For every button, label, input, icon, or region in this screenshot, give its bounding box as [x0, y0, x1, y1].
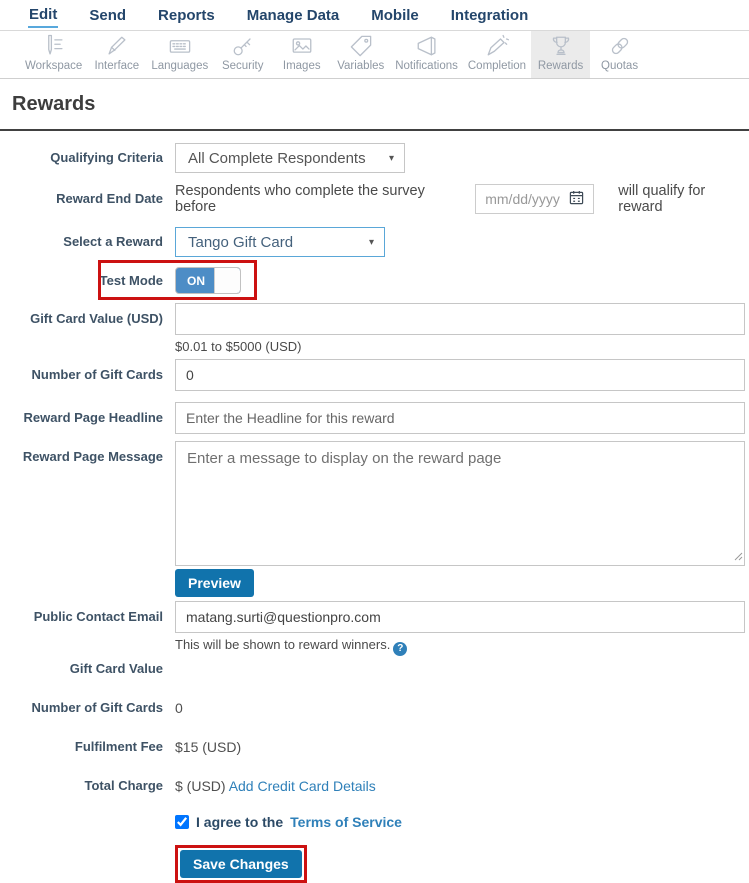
terms-of-service-link[interactable]: Terms of Service	[290, 814, 402, 830]
fulfilment-fee-value: $15 (USD)	[175, 739, 242, 755]
rewards-form: Qualifying Criteria All Complete Respond…	[0, 143, 745, 883]
toolbar-item-interface[interactable]: Interface	[87, 31, 146, 78]
select-reward-label: Select a Reward	[63, 234, 163, 249]
qualifying-criteria-label: Qualifying Criteria	[50, 150, 163, 165]
row-total-charge: Total Charge $ (USD) Add Credit Card Det…	[0, 778, 745, 794]
row-fulfilment-fee: Fulfilment Fee $15 (USD)	[0, 739, 745, 755]
images-icon	[288, 32, 316, 60]
toolbar-item-security[interactable]: Security	[213, 31, 272, 78]
toolbar-item-rewards[interactable]: Rewards	[531, 31, 591, 78]
rewards-panel: Rewards Qualifying Criteria All Complete…	[0, 79, 749, 883]
quotas-icon	[606, 32, 634, 60]
number-of-gift-cards-label: Number of Gift Cards	[31, 367, 163, 382]
row-public-contact-email: Public Contact Email This will be shown …	[0, 601, 745, 656]
public-contact-email-helper: This will be shown to reward winners.?	[175, 637, 745, 656]
gift-card-value-helper: $0.01 to $5000 (USD)	[175, 339, 302, 354]
nav-edit[interactable]: Edit	[28, 2, 59, 28]
summary-gift-card-value-label: Gift Card Value	[69, 661, 163, 676]
fulfilment-fee-label: Fulfilment Fee	[74, 739, 163, 754]
row-gift-card-value: Gift Card Value (USD) $0.01 to $5000 (US…	[0, 303, 745, 355]
summary-number-of-gift-cards: 0	[175, 700, 183, 716]
row-preview: Preview	[0, 569, 745, 597]
agreement-text: I agree to the	[196, 814, 284, 830]
total-charge-label: Total Charge	[84, 778, 164, 793]
row-reward-page-headline: Reward Page Headline	[0, 402, 745, 434]
completion-icon	[483, 32, 511, 60]
row-number-of-gift-cards: Number of Gift Cards	[0, 359, 745, 391]
nav-manage-data[interactable]: Manage Data	[246, 3, 341, 27]
toolbar-item-images[interactable]: Images	[272, 31, 331, 78]
nav-reports[interactable]: Reports	[157, 3, 216, 27]
add-credit-card-link[interactable]: Add Credit Card Details	[229, 778, 376, 794]
gift-card-value-input[interactable]	[175, 303, 745, 335]
row-agreement: I agree to the Terms of Service	[0, 814, 745, 830]
workspace-icon	[40, 32, 68, 60]
test-mode-toggle[interactable]: ON	[175, 267, 241, 294]
select-reward-value: Tango Gift Card	[188, 233, 294, 251]
reward-page-message-textarea[interactable]	[175, 441, 745, 566]
nav-send[interactable]: Send	[88, 3, 127, 27]
test-mode-label: Test Mode	[99, 272, 163, 288]
toolbar-item-variables[interactable]: Variables	[331, 31, 390, 78]
select-reward-select[interactable]: Tango Gift Card ▾	[175, 227, 385, 257]
top-navigation: Edit Send Reports Manage Data Mobile Int…	[0, 0, 749, 30]
title-divider	[0, 129, 749, 131]
summary-number-of-gift-cards-label: Number of Gift Cards	[31, 700, 163, 715]
row-reward-page-message: Reward Page Message	[0, 441, 745, 566]
caret-down-icon: ▾	[388, 152, 394, 164]
row-select-reward: Select a Reward Tango Gift Card ▾	[0, 227, 745, 257]
qualifying-criteria-value: All Complete Respondents	[188, 149, 366, 167]
toolbar-item-notifications[interactable]: Notifications	[390, 31, 463, 78]
qualifying-criteria-select[interactable]: All Complete Respondents ▾	[175, 143, 405, 173]
settings-toolbar: Workspace Interface Languages Security I…	[0, 30, 749, 79]
reward-page-message-label: Reward Page Message	[22, 449, 163, 464]
calendar-icon	[569, 190, 584, 209]
toggle-knob	[214, 268, 240, 293]
reward-page-headline-label: Reward Page Headline	[23, 410, 163, 425]
reward-end-date-input[interactable]	[485, 191, 564, 207]
reward-end-date-after-text: will qualify for reward	[618, 183, 706, 215]
row-save: Save Changes	[0, 845, 745, 883]
row-reward-end-date: Reward End Date Respondents who complete…	[0, 183, 745, 215]
reward-page-headline-input[interactable]	[175, 402, 745, 434]
total-charge-value: $ (USD)	[175, 778, 226, 794]
security-icon	[229, 32, 257, 60]
help-icon[interactable]: ?	[393, 641, 408, 656]
number-of-gift-cards-input[interactable]	[175, 359, 745, 391]
resize-handle-icon[interactable]	[734, 548, 743, 564]
row-summary-number-of-gift-cards: Number of Gift Cards 0	[0, 700, 745, 716]
save-changes-button[interactable]: Save Changes	[180, 850, 302, 878]
reward-end-date-label: Reward End Date	[56, 191, 163, 206]
preview-button[interactable]: Preview	[175, 569, 254, 597]
reward-end-date-field[interactable]	[475, 184, 595, 214]
notifications-icon	[413, 32, 441, 60]
page-title: Rewards	[12, 93, 96, 115]
rewards-icon	[547, 32, 575, 60]
row-test-mode: Test Mode ON	[0, 260, 745, 300]
interface-icon	[103, 32, 131, 60]
toolbar-item-completion[interactable]: Completion	[463, 31, 531, 78]
toggle-on-label: ON	[187, 273, 205, 288]
caret-down-icon: ▾	[368, 236, 374, 248]
row-qualifying-criteria: Qualifying Criteria All Complete Respond…	[0, 143, 745, 173]
terms-checkbox[interactable]	[175, 815, 189, 829]
toolbar-item-quotas[interactable]: Quotas	[590, 31, 649, 78]
languages-icon	[166, 32, 194, 60]
toolbar-item-workspace[interactable]: Workspace	[20, 31, 87, 78]
public-contact-email-input[interactable]	[175, 601, 745, 633]
public-contact-email-label: Public Contact Email	[33, 609, 163, 624]
row-summary-gift-card-value: Gift Card Value	[0, 661, 745, 677]
toolbar-item-languages[interactable]: Languages	[146, 31, 213, 78]
reward-end-date-before-text: Respondents who complete the survey befo…	[175, 183, 425, 215]
nav-integration[interactable]: Integration	[450, 3, 530, 27]
gift-card-value-label: Gift Card Value (USD)	[30, 311, 163, 326]
variables-icon	[347, 32, 375, 60]
nav-mobile[interactable]: Mobile	[370, 3, 420, 27]
save-changes-annotation: Save Changes	[175, 845, 307, 883]
